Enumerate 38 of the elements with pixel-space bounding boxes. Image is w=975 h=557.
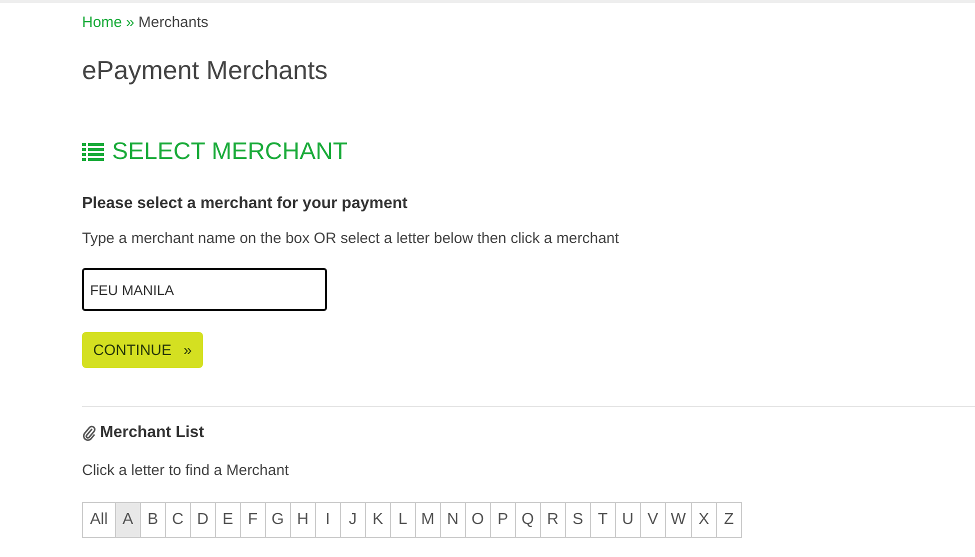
breadcrumb-current: Merchants xyxy=(138,14,208,31)
letter-tab[interactable]: G xyxy=(264,502,291,538)
letter-tab[interactable]: F xyxy=(240,502,266,538)
list-icon xyxy=(82,143,104,161)
prompt-text: Please select a merchant for your payment xyxy=(82,195,408,213)
letter-tab[interactable]: T xyxy=(590,502,616,538)
letter-tab[interactable]: I xyxy=(314,502,341,538)
letter-tab[interactable]: L xyxy=(390,502,416,538)
letter-tab[interactable]: D xyxy=(190,502,216,538)
letter-tab[interactable]: W xyxy=(664,502,692,538)
letter-tab[interactable]: C xyxy=(164,502,191,538)
letter-tab[interactable]: H xyxy=(290,502,316,538)
letter-tab[interactable]: B xyxy=(140,502,166,538)
letter-tab[interactable]: E xyxy=(214,502,241,538)
letter-tab[interactable]: A xyxy=(114,502,141,538)
letter-tab[interactable]: Q xyxy=(514,502,541,538)
letter-tab[interactable]: M xyxy=(414,502,441,538)
letter-tab[interactable]: All xyxy=(82,502,116,538)
letter-tab[interactable]: S xyxy=(564,502,591,538)
letter-tab[interactable]: J xyxy=(340,502,366,538)
letter-tab[interactable]: X xyxy=(690,502,717,538)
letter-tab[interactable]: Z xyxy=(716,502,742,538)
paperclip-icon xyxy=(82,425,96,441)
letter-tab[interactable]: P xyxy=(490,502,516,538)
letter-tab[interactable]: O xyxy=(464,502,491,538)
letter-hint-text: Click a letter to find a Merchant xyxy=(82,462,290,479)
section-heading: SELECT MERCHANT xyxy=(112,138,348,166)
letter-tab[interactable]: N xyxy=(440,502,466,538)
letter-tab[interactable]: R xyxy=(540,502,566,538)
instructions-text: Type a merchant name on the box OR select a letter below then click a merchant xyxy=(82,230,620,247)
letter-tab[interactable]: K xyxy=(364,502,391,538)
letter-tab[interactable]: V xyxy=(640,502,666,538)
page-title: ePayment Merchants xyxy=(82,55,329,86)
merchant-list-heading: Merchant List xyxy=(100,424,204,442)
merchant-input-field[interactable]: FEU MANILA xyxy=(82,268,327,311)
continue-button[interactable]: CONTINUE » xyxy=(82,332,203,368)
letter-tab[interactable]: U xyxy=(614,502,641,538)
breadcrumb-separator: » xyxy=(126,14,134,31)
